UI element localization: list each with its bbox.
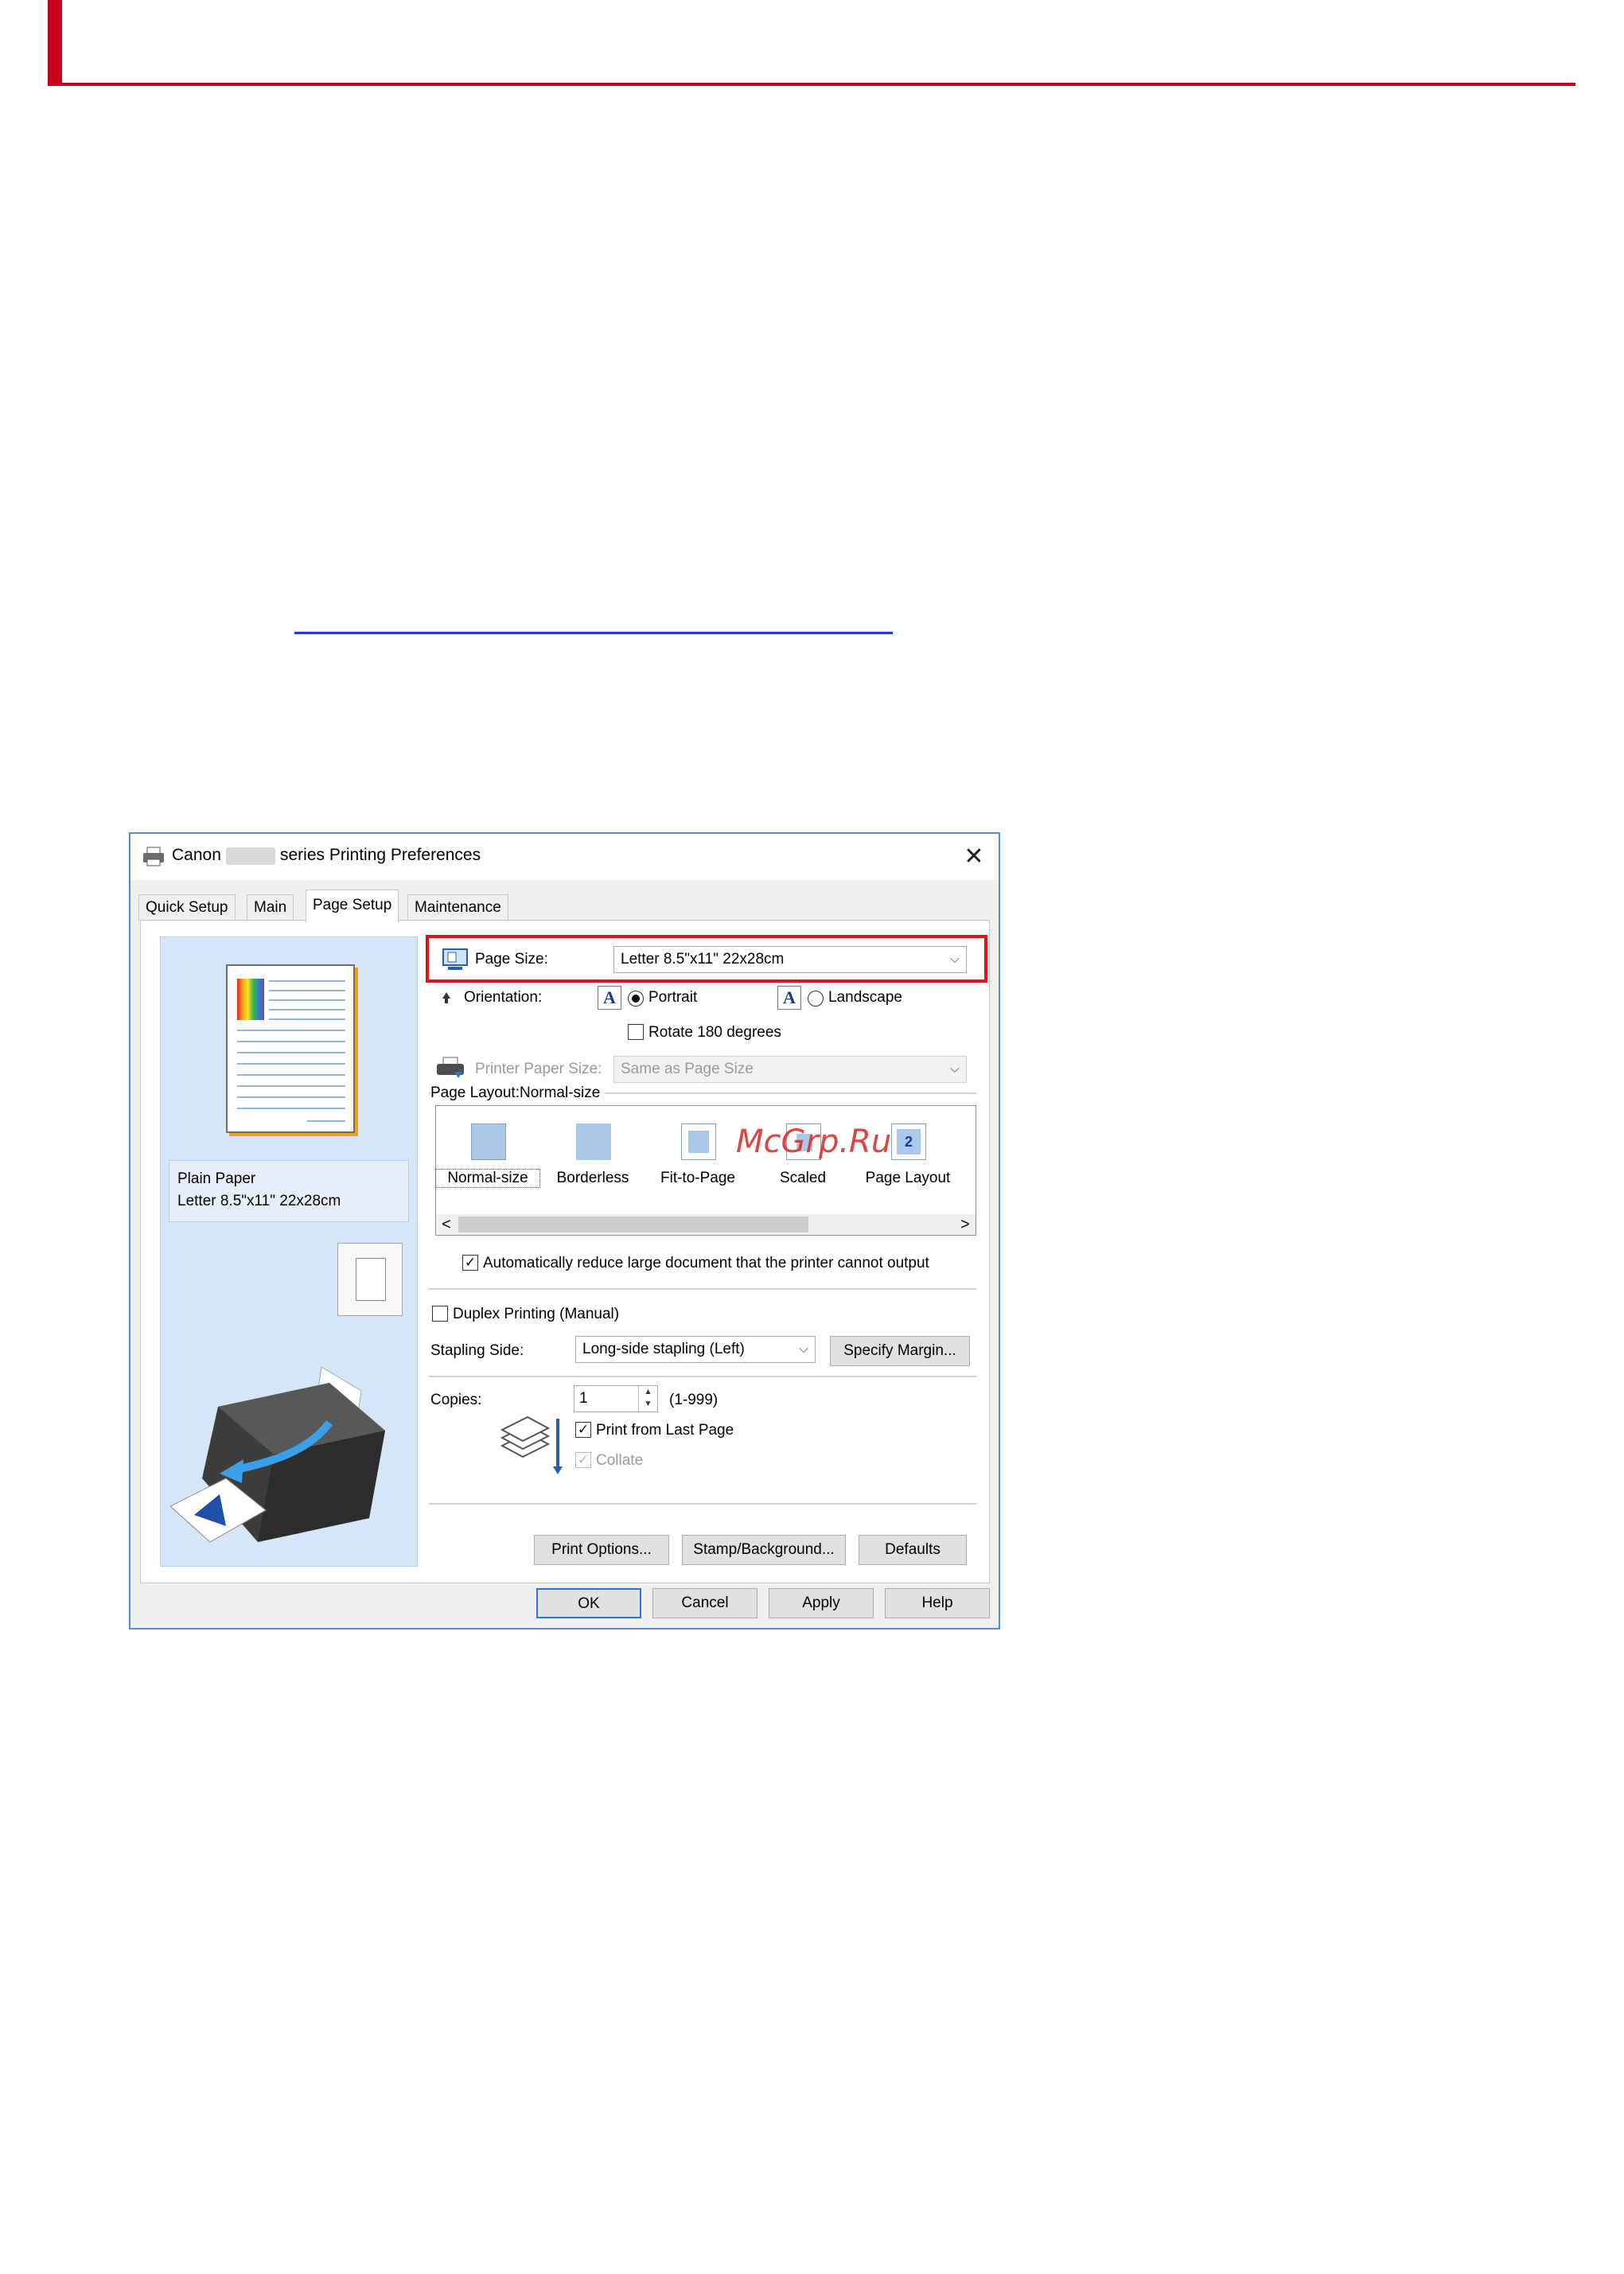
page-size-dropdown[interactable]: Letter 8.5"x11" 22x28cm ⌵ xyxy=(613,946,967,973)
printer-illustration xyxy=(170,1366,385,1543)
page-setup-panel: Plain Paper Letter 8.5"x11" 22x28cm Page xyxy=(140,920,990,1583)
collate-checkbox[interactable]: ✓ xyxy=(575,1452,591,1468)
page-size-icon xyxy=(442,948,468,970)
stapling-side-value: Long-side stapling (Left) xyxy=(582,1341,745,1357)
page-layout-badge: 2 xyxy=(897,1129,921,1155)
rotate-180-checkbox[interactable] xyxy=(628,1024,644,1040)
cancel-button[interactable]: Cancel xyxy=(652,1588,757,1618)
window-title-suffix: series Printing Preferences xyxy=(280,846,481,864)
page-layout-list: Normal-size Borderless Fit-to-Page Scale… xyxy=(435,1105,976,1236)
tab-main[interactable]: Main xyxy=(247,894,294,921)
page-orientation-preview xyxy=(337,1243,403,1316)
close-button[interactable]: ✕ xyxy=(957,840,991,874)
layout-option-borderless[interactable]: Borderless xyxy=(546,1116,640,1203)
print-from-last-page-checkbox[interactable]: ✓ xyxy=(575,1422,591,1438)
copies-spinner[interactable]: 1 ▲ ▼ xyxy=(574,1385,658,1412)
paper-type-text: Plain Paper xyxy=(177,1170,256,1187)
printer-paper-size-icon xyxy=(437,1057,464,1078)
stapling-side-dropdown[interactable]: Long-side stapling (Left) ⌵ xyxy=(575,1336,816,1363)
portrait-radio[interactable] xyxy=(628,991,644,1007)
collate-label: Collate xyxy=(596,1452,644,1469)
print-options-button[interactable]: Print Options... xyxy=(534,1535,669,1565)
chevron-down-icon: ⌵ xyxy=(949,1062,960,1076)
watermark-text: McGrp.Ru xyxy=(736,1123,892,1160)
layout-option-normal-size[interactable]: Normal-size xyxy=(435,1116,540,1203)
auto-reduce-label: Automatically reduce large document that… xyxy=(483,1255,929,1271)
tab-page-setup[interactable]: Page Setup xyxy=(306,890,399,923)
print-preview-pane: Plain Paper Letter 8.5"x11" 22x28cm xyxy=(160,936,418,1567)
printer-paper-size-value: Same as Page Size xyxy=(621,1061,754,1077)
portrait-orientation-icon: A xyxy=(598,986,621,1010)
landscape-label: Landscape xyxy=(828,989,902,1006)
color-sample-image xyxy=(237,979,264,1020)
fit-to-page-icon xyxy=(681,1123,716,1160)
printer-icon xyxy=(143,847,164,866)
layout-option-label: Borderless xyxy=(556,1170,629,1186)
borderless-icon xyxy=(576,1123,611,1160)
layout-option-fit-to-page[interactable]: Fit-to-Page xyxy=(651,1116,745,1203)
divider xyxy=(429,1503,976,1505)
page-size-value: Letter 8.5"x11" 22x28cm xyxy=(621,951,785,968)
section-marker xyxy=(48,0,62,86)
printer-paper-size-label: Printer Paper Size: xyxy=(475,1061,602,1077)
print-order-icon xyxy=(500,1415,563,1474)
help-button[interactable]: Help xyxy=(885,1588,990,1618)
page-preview-thumbnail xyxy=(226,964,355,1133)
copies-label: Copies: xyxy=(430,1392,482,1408)
model-name-redacted xyxy=(226,847,275,865)
printing-preferences-dialog: Canon series Printing Preferences ✕ Quic… xyxy=(129,832,1000,1630)
title-bar: Canon series Printing Preferences ✕ xyxy=(130,834,999,880)
layout-option-label: Normal-size xyxy=(435,1169,540,1188)
section-divider xyxy=(48,83,1575,86)
horizontal-scrollbar[interactable]: < > xyxy=(436,1214,976,1235)
page-layout-heading: Page Layout:Normal-size xyxy=(430,1084,606,1102)
tab-quick-setup[interactable]: Quick Setup xyxy=(138,894,236,921)
hyperlink-underline[interactable] xyxy=(294,632,893,634)
divider xyxy=(429,1376,976,1377)
page-layout-icon: 2 xyxy=(891,1123,926,1160)
scroll-left-arrow[interactable]: < xyxy=(436,1214,457,1235)
stapling-side-label: Stapling Side: xyxy=(430,1342,524,1359)
auto-reduce-checkbox[interactable]: ✓ xyxy=(462,1255,478,1271)
chevron-down-icon: ⌵ xyxy=(949,952,960,966)
orientation-label: Orientation: xyxy=(464,989,543,1006)
tab-maintenance[interactable]: Maintenance xyxy=(407,894,508,921)
copies-value: 1 xyxy=(579,1390,588,1407)
specify-margin-button[interactable]: Specify Margin... xyxy=(830,1336,970,1366)
copies-range: (1-999) xyxy=(669,1392,719,1408)
stamp-background-button[interactable]: Stamp/Background... xyxy=(682,1535,846,1565)
duplex-printing-label: Duplex Printing (Manual) xyxy=(453,1306,620,1322)
landscape-orientation-icon: A xyxy=(777,986,801,1010)
orientation-icon xyxy=(442,992,450,1003)
print-from-last-page-label: Print from Last Page xyxy=(596,1422,734,1439)
window-title-prefix: Canon xyxy=(172,846,221,864)
rotate-180-label: Rotate 180 degrees xyxy=(648,1024,781,1041)
paper-info-box: Plain Paper Letter 8.5"x11" 22x28cm xyxy=(169,1160,409,1222)
paper-size-text: Letter 8.5"x11" 22x28cm xyxy=(177,1193,341,1209)
ok-button[interactable]: OK xyxy=(536,1588,641,1618)
layout-option-label: Fit-to-Page xyxy=(660,1170,735,1186)
scrollbar-thumb[interactable] xyxy=(458,1217,808,1232)
chevron-down-icon: ⌵ xyxy=(798,1342,808,1356)
printer-paper-size-dropdown[interactable]: Same as Page Size ⌵ xyxy=(613,1056,967,1083)
normal-size-icon xyxy=(471,1123,506,1160)
layout-option-label: Page Layout xyxy=(865,1170,951,1186)
defaults-button[interactable]: Defaults xyxy=(859,1535,967,1565)
portrait-label: Portrait xyxy=(648,989,698,1006)
apply-button[interactable]: Apply xyxy=(769,1588,874,1618)
landscape-radio[interactable] xyxy=(808,991,824,1007)
divider xyxy=(429,1288,976,1290)
spinner-arrows-icon[interactable]: ▲ ▼ xyxy=(638,1386,657,1412)
scroll-right-arrow[interactable]: > xyxy=(955,1214,976,1235)
layout-option-label: Scaled xyxy=(779,1170,827,1186)
page-size-label: Page Size: xyxy=(475,951,548,968)
duplex-printing-checkbox[interactable] xyxy=(432,1306,448,1322)
